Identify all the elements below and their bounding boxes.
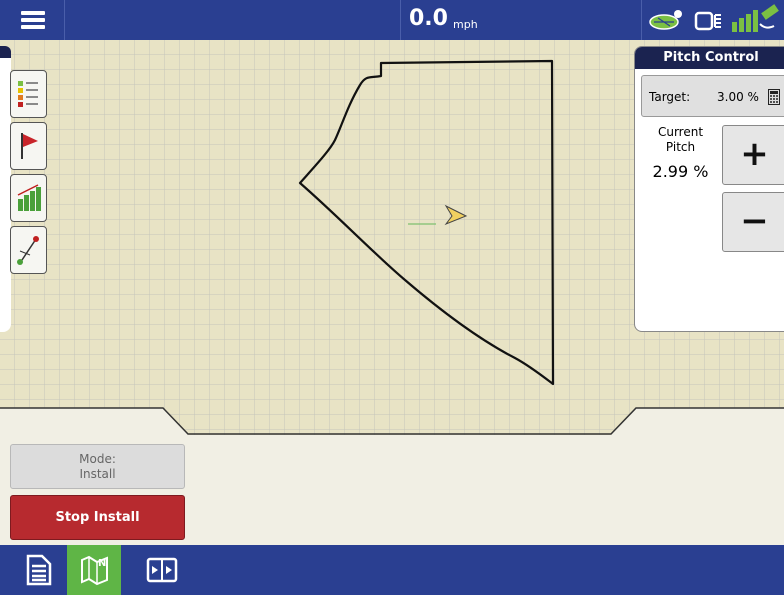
guidance-button[interactable] [10, 226, 47, 274]
bottom-nav-bar: N [0, 545, 784, 595]
decrease-pitch-button[interactable]: − [722, 192, 784, 252]
legend-icon [18, 81, 38, 107]
split-screen-icon [146, 557, 178, 583]
left-toolbar-cap [0, 46, 11, 58]
tab-summary[interactable] [12, 545, 66, 595]
speed-value: 0.0 [409, 6, 448, 31]
target-value: 3.00 % [717, 90, 759, 104]
bar-chart-icon [17, 184, 41, 211]
target-pitch-field[interactable]: Target: 3.00 % [641, 75, 784, 117]
top-bar: 0.0 mph [0, 0, 784, 40]
calculator-icon[interactable] [768, 89, 780, 105]
field-zone-icon[interactable] [649, 10, 682, 30]
chart-button[interactable] [10, 174, 47, 222]
mode-value: Install [79, 467, 116, 481]
legend-button[interactable] [10, 70, 47, 118]
current-pitch-label-line1: Current [657, 125, 704, 139]
mode-button[interactable]: Mode: Install [10, 444, 185, 489]
gps-satellite-icon[interactable] [732, 4, 779, 32]
increase-pitch-button[interactable]: + [722, 125, 784, 185]
pitch-control-panel: Pitch Control Target: 3.00 % Current Pit… [634, 46, 784, 332]
menu-button[interactable] [0, 0, 65, 40]
guidance-line-icon [17, 236, 39, 265]
current-pitch-value: 2.99 % [652, 162, 709, 181]
current-pitch-label: Current Pitch [643, 125, 718, 155]
current-pitch-label-line2: Pitch [665, 140, 696, 154]
stop-install-button[interactable]: Stop Install [10, 495, 185, 540]
mode-label: Mode: [79, 452, 116, 466]
target-label: Target: [649, 90, 691, 104]
speed-unit: mph [453, 18, 478, 31]
hamburger-menu-icon [21, 11, 45, 15]
flag-button[interactable] [10, 122, 47, 170]
pitch-control-title: Pitch Control [635, 47, 784, 69]
tab-map[interactable]: N [67, 545, 121, 595]
hamburger-menu-icon-bar [21, 18, 45, 22]
status-icons [648, 4, 782, 36]
display-status-icon[interactable] [694, 11, 721, 31]
svg-text:N: N [98, 558, 106, 569]
hamburger-menu-icon-bar [21, 25, 45, 29]
map-view-icon: N [81, 555, 108, 586]
tab-split-screen[interactable] [134, 545, 188, 595]
flag-icon [21, 133, 38, 159]
summary-document-icon [26, 554, 52, 586]
speed-display: 0.0 mph [400, 0, 642, 40]
